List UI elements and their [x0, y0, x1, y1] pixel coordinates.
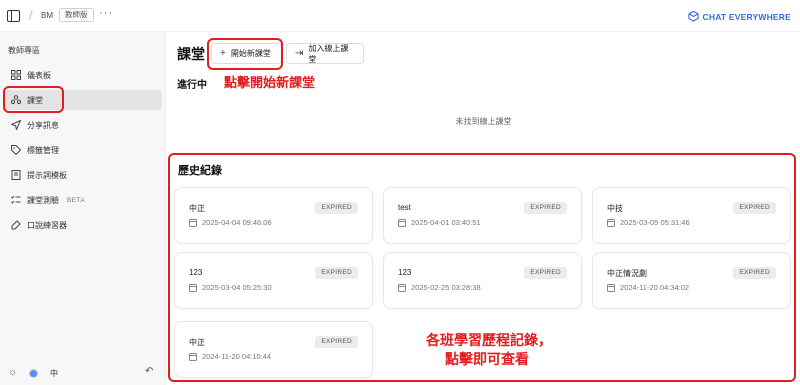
class-time: 2025-04-04 09:46:06	[189, 218, 272, 227]
sidebar-footer: ☼ 中 ↶	[0, 361, 166, 385]
workspace-name[interactable]: BM	[41, 11, 53, 20]
class-history-card[interactable]: 中正 EXPIRED 2024-11-20 04:10:44	[174, 321, 373, 378]
collapse-sidebar-icon[interactable]: ↶	[145, 366, 153, 377]
brand-name: CHAT EVERYWHERE	[702, 11, 791, 22]
status-badge: EXPIRED	[524, 267, 567, 279]
sidebar-item-label: 標籤管理	[27, 145, 59, 155]
sidebar-item-dashboard[interactable]: 儀表板	[4, 65, 162, 85]
class-time: 2025-04-01 03:40:51	[398, 218, 481, 227]
class-history-card[interactable]: 中技 EXPIRED 2025-03-05 05:31:46	[592, 187, 791, 244]
history-heading: 歷史紀錄	[178, 165, 222, 177]
status-badge: EXPIRED	[524, 202, 567, 214]
sidebar-item-prompt-templates[interactable]: 提示詞模板	[4, 165, 162, 185]
join-online-class-button[interactable]: ⇥ 加入線上課堂	[286, 43, 364, 64]
sidebar: 教師專區 儀表板 課堂 分享訊息 標籤管理 提示詞模板 課堂測驗 BETA 口說…	[0, 32, 166, 385]
status-dot-icon[interactable]	[30, 370, 37, 377]
sidebar-item-label: 課堂	[27, 95, 43, 105]
join-online-class-label: 加入線上課堂	[308, 43, 349, 64]
sidebar-item-label: 提示詞模板	[27, 170, 67, 180]
status-badge: EXPIRED	[733, 202, 776, 214]
beta-badge: BETA	[67, 196, 86, 204]
calendar-icon	[398, 283, 406, 292]
brand-logo: CHAT EVERYWHERE	[687, 11, 791, 22]
annotation-history-hint-line1: 各班學習歷程記錄，	[426, 333, 552, 349]
brand-logo-icon	[687, 11, 699, 22]
class-name: 中正情況劇	[607, 269, 647, 278]
sidebar-item-label: 課堂測驗	[27, 195, 59, 205]
calendar-icon	[398, 218, 406, 227]
send-icon	[11, 120, 21, 130]
history-section: 歷史紀錄 中正 EXPIRED 2025-04-04 09:46:06 test…	[170, 154, 797, 381]
class-name: 123	[398, 268, 412, 277]
more-options-icon[interactable]: ···	[99, 7, 113, 19]
mic-icon	[11, 220, 21, 230]
class-time-value: 2025-03-04 05:25:30	[202, 283, 272, 292]
sidebar-item-tags[interactable]: 標籤管理	[4, 140, 162, 160]
empty-state-message: 未找到線上課堂	[455, 117, 512, 126]
class-name: 中正	[189, 338, 205, 347]
sidebar-heading: 教師專區	[8, 46, 40, 55]
breadcrumb-separator: /	[29, 8, 33, 23]
class-time-value: 2024-11-20 04:10:44	[202, 352, 272, 361]
calendar-icon	[189, 283, 197, 292]
sidebar-item-label: 口說練習器	[27, 220, 67, 230]
start-new-class-button[interactable]: + 開始新課堂	[211, 43, 282, 64]
class-time-value: 2025-04-01 03:40:51	[411, 218, 481, 227]
plus-icon: +	[220, 48, 226, 59]
sidebar-item-label: 儀表板	[27, 70, 51, 80]
status-badge: EXPIRED	[315, 336, 358, 348]
class-time-value: 2025-04-04 09:46:06	[202, 218, 272, 227]
role-badge: 教師版	[59, 8, 94, 22]
theme-toggle-icon[interactable]: ☼	[8, 367, 17, 378]
class-time: 2025-02-25 03:28:38	[398, 283, 481, 292]
class-history-card[interactable]: 123 EXPIRED 2025-02-25 03:28:38	[383, 252, 582, 309]
language-toggle[interactable]: 中	[50, 368, 58, 379]
class-time: 2025-03-04 05:25:30	[189, 283, 272, 292]
class-history-card[interactable]: 中正情況劇 EXPIRED 2024-11-20 04:34:02	[592, 252, 791, 309]
in-progress-heading: 進行中	[177, 80, 207, 91]
sidebar-item-quiz[interactable]: 課堂測驗 BETA	[4, 190, 162, 210]
page-title: 課堂	[177, 46, 205, 62]
sidebar-item-classroom[interactable]: 課堂	[4, 90, 162, 110]
class-time-value: 2025-03-05 05:31:46	[620, 218, 690, 227]
grid-icon	[11, 70, 21, 80]
class-history-card[interactable]: test EXPIRED 2025-04-01 03:40:51	[383, 187, 582, 244]
login-icon: ⇥	[295, 48, 304, 59]
calendar-icon	[607, 218, 615, 227]
status-badge: EXPIRED	[733, 267, 776, 279]
class-history-card[interactable]: 123 EXPIRED 2025-03-04 05:25:30	[174, 252, 373, 309]
class-name: test	[398, 203, 411, 212]
annotation-history-hint-line2: 點擊即可查看	[445, 352, 529, 368]
book-icon	[11, 170, 21, 180]
top-bar: / BM 教師版 ··· CHAT EVERYWHERE	[0, 0, 800, 32]
status-badge: EXPIRED	[315, 202, 358, 214]
sidebar-item-share-messages[interactable]: 分享訊息	[4, 115, 162, 135]
checklist-icon	[11, 195, 21, 204]
class-time: 2024-11-20 04:10:44	[189, 352, 271, 361]
start-new-class-label: 開始新課堂	[230, 49, 271, 58]
class-time: 2024-11-20 04:34:02	[607, 283, 689, 292]
class-time: 2025-03-05 05:31:46	[607, 218, 690, 227]
people-icon	[11, 95, 21, 105]
calendar-icon	[607, 283, 615, 292]
sidebar-toggle-icon[interactable]	[7, 10, 20, 22]
tag-icon	[11, 145, 21, 155]
class-name: 中正	[189, 204, 205, 213]
class-name: 中技	[607, 204, 623, 213]
calendar-icon	[189, 352, 197, 361]
main-content: 課堂 + 開始新課堂 ⇥ 加入線上課堂 進行中 點擊開始新課堂 未找到線上課堂 …	[167, 32, 800, 385]
class-time-value: 2024-11-20 04:34:02	[620, 283, 690, 292]
sidebar-item-label: 分享訊息	[27, 120, 59, 130]
class-time-value: 2025-02-25 03:28:38	[411, 283, 481, 292]
status-badge: EXPIRED	[315, 267, 358, 279]
class-name: 123	[189, 268, 203, 277]
annotation-start-hint: 點擊開始新課堂	[224, 76, 316, 91]
calendar-icon	[189, 218, 197, 227]
class-history-card[interactable]: 中正 EXPIRED 2025-04-04 09:46:06	[174, 187, 373, 244]
sidebar-item-speaking-practice[interactable]: 口說練習器	[4, 215, 162, 235]
